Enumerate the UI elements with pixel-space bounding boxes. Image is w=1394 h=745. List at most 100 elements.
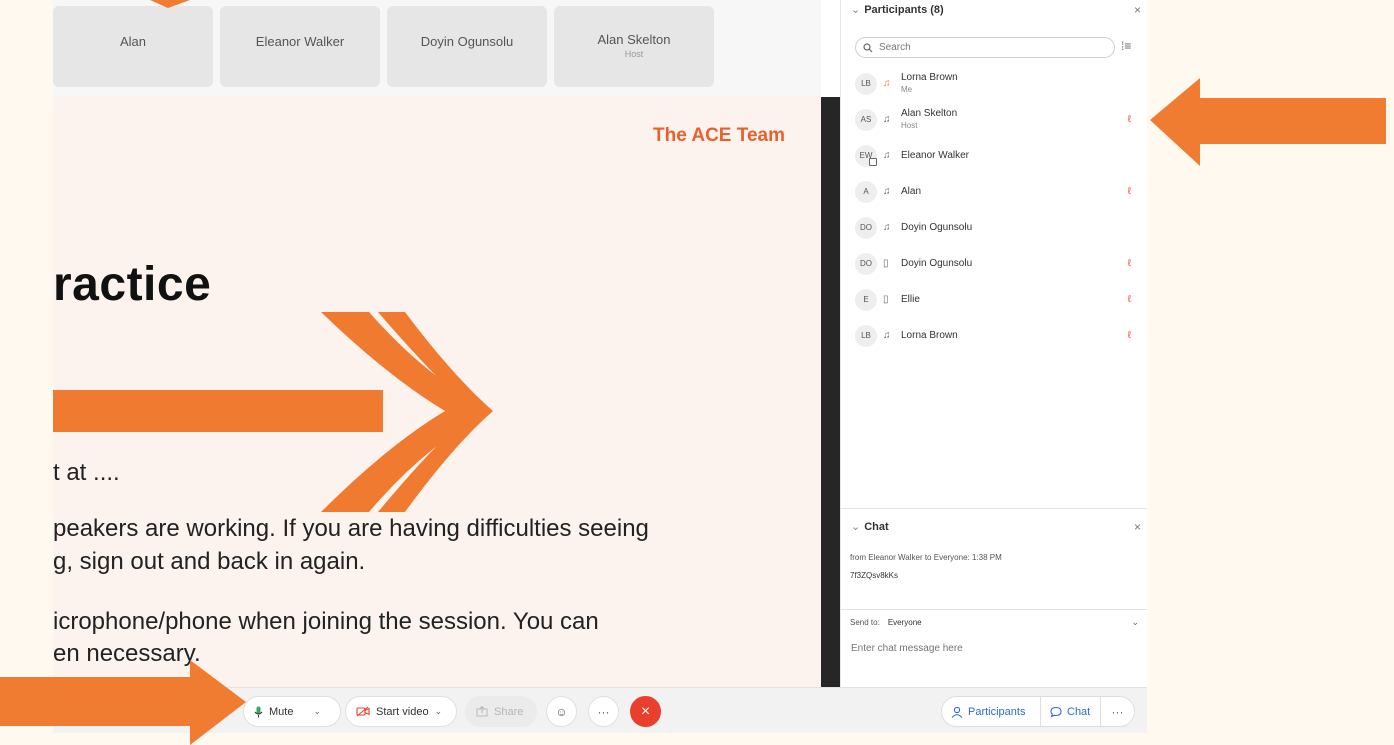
close-icon: × <box>640 702 651 720</box>
chat-title: Chat <box>864 521 889 533</box>
slide-title: ractice <box>53 258 212 311</box>
chat-message-meta: from Eleanor Walker to Everyone: 1:38 PM <box>850 553 1002 562</box>
participants-toggle-button[interactable]: Participants <box>941 696 1041 727</box>
chat-header[interactable]: ⌄ Chat × <box>851 520 1141 534</box>
headset-audio-icon: ♫ <box>883 114 891 125</box>
slide-team-label: The ACE Team <box>653 125 785 146</box>
participant-row[interactable]: DO ♫ Doyin Ogunsolu <box>855 214 1135 242</box>
video-tile-alan[interactable]: Alan <box>53 6 213 87</box>
participant-row[interactable]: LB ♫ Lorna Brown ℓ <box>855 322 1135 350</box>
participant-name: Lorna Brown <box>901 330 958 341</box>
headset-audio-icon: ♫ <box>883 222 891 233</box>
more-options-button[interactable]: ··· <box>588 696 619 727</box>
more-label: ··· <box>597 704 610 719</box>
participant-role: Host <box>901 121 918 130</box>
avatar: LB <box>855 325 877 347</box>
start-video-label: Start video <box>376 705 429 718</box>
participants-label: Participants <box>968 705 1026 718</box>
share-button[interactable]: Share <box>465 696 537 727</box>
participants-search-input[interactable]: Search <box>855 37 1115 58</box>
share-label: Share <box>494 705 524 718</box>
avatar: DO <box>855 217 877 239</box>
reactions-button[interactable]: ☺ <box>546 696 577 727</box>
chevron-down-icon: ⌄ <box>434 706 443 716</box>
microphone-icon <box>254 706 263 718</box>
participant-row[interactable]: A ♫ Alan ℓ <box>855 178 1135 206</box>
sort-list-icon[interactable]: ⁞≡ <box>1121 39 1131 53</box>
participants-title: Participants (8) <box>864 4 944 16</box>
search-icon <box>863 42 873 53</box>
search-placeholder: Search <box>879 42 911 53</box>
annotation-arrow-top <box>150 0 190 8</box>
video-tile-doyin-ogunsolu[interactable]: Doyin Ogunsolu <box>387 6 547 87</box>
tile-name: Eleanor Walker <box>255 34 345 49</box>
participant-row[interactable]: E ▯ Ellie ℓ <box>855 286 1135 314</box>
chat-message-input[interactable] <box>851 638 1131 658</box>
end-meeting-button[interactable]: × <box>630 696 661 727</box>
overflow-label: ··· <box>1111 704 1124 719</box>
annotation-arrow-bottom <box>0 660 246 745</box>
close-chat-button[interactable]: × <box>1134 520 1141 534</box>
chevron-down-icon: ⌄ <box>313 706 322 716</box>
slide-line: t at .... <box>53 459 120 486</box>
headset-audio-icon: ♫ <box>883 78 891 89</box>
video-strip: Alan Eleanor Walker Doyin Ogunsolu Alan … <box>53 0 821 97</box>
avatar: A <box>855 181 877 203</box>
participant-name: Lorna Brown <box>901 72 958 83</box>
chevron-down-icon: ⌄ <box>851 4 861 16</box>
participants-panel: ⌄ Participants (8) × Search ⁞≡ LB ♫ Lorna… <box>840 0 1147 687</box>
muted-mic-icon: ℓ <box>1127 258 1131 269</box>
phone-audio-icon: ▯ <box>883 258 889 269</box>
slide-line: g, sign out and back in again. <box>53 548 366 575</box>
tile-role: Host <box>624 49 644 59</box>
annotation-arrow-right <box>1150 78 1386 166</box>
chat-section: ⌄ Chat × from Eleanor Walker to Everyone:… <box>841 508 1147 608</box>
close-participants-button[interactable]: × <box>1134 3 1141 17</box>
slide-line: peakers are working. If you are having d… <box>53 515 649 542</box>
participant-role: Me <box>901 85 913 94</box>
slide-arrow-graphic <box>53 312 493 512</box>
tile-name: Alan <box>119 34 147 49</box>
headset-audio-icon: ♫ <box>883 186 891 197</box>
participants-header[interactable]: ⌄ Participants (8) × <box>851 3 1141 21</box>
meeting-window: Alan Eleanor Walker Doyin Ogunsolu Alan … <box>53 0 1147 733</box>
panel-more-button[interactable]: ··· <box>1101 696 1135 727</box>
muted-mic-icon: ℓ <box>1127 186 1131 197</box>
participant-row[interactable]: AS ♫ Alan Skelton Host ℓ <box>855 106 1135 134</box>
participant-name: Eleanor Walker <box>901 150 969 161</box>
participant-name: Doyin Ogunsolu <box>901 258 973 269</box>
participant-row[interactable]: DO ▯ Doyin Ogunsolu ℓ <box>855 250 1135 278</box>
sharing-screen-icon <box>869 158 877 166</box>
send-to-selector[interactable]: Send to: Everyone ⌄ <box>841 609 1147 631</box>
participant-row[interactable]: LB ♫ Lorna Brown Me <box>855 70 1135 98</box>
mute-button[interactable]: Mute ⌄ <box>243 696 341 727</box>
muted-mic-icon: ℓ <box>1127 330 1131 341</box>
headset-audio-icon: ♫ <box>883 150 891 161</box>
shared-slide: The ACE Team ractice t at .... peakers a… <box>53 97 821 687</box>
avatar: DO <box>855 253 877 275</box>
chat-label: Chat <box>1067 705 1091 718</box>
chevron-down-icon: ⌄ <box>851 521 861 533</box>
video-tile-alan-skelton[interactable]: Alan Skelton Host <box>554 6 714 87</box>
phone-audio-icon: ▯ <box>883 294 889 305</box>
tile-name: Doyin Ogunsolu <box>420 34 514 49</box>
avatar: LB <box>855 73 877 95</box>
chevron-down-icon: ⌄ <box>1131 617 1139 627</box>
panel-divider[interactable] <box>821 97 840 687</box>
mute-label: Mute <box>269 705 294 718</box>
chat-toggle-button[interactable]: Chat <box>1041 696 1101 727</box>
send-to-value: Everyone <box>887 618 922 627</box>
send-to-label: Send to: <box>850 618 880 627</box>
video-off-icon <box>356 706 370 717</box>
participant-row[interactable]: EW ♫ Eleanor Walker <box>855 142 1135 170</box>
share-icon <box>476 706 488 717</box>
slide-line: icrophone/phone when joining the session… <box>53 608 599 635</box>
video-tile-eleanor-walker[interactable]: Eleanor Walker <box>220 6 380 87</box>
participant-name: Ellie <box>901 294 920 305</box>
participant-name: Doyin Ogunsolu <box>901 222 973 233</box>
start-video-button[interactable]: Start video ⌄ <box>345 696 457 727</box>
muted-mic-icon: ℓ <box>1127 294 1131 305</box>
muted-mic-icon: ℓ <box>1127 114 1131 125</box>
avatar: E <box>855 289 877 311</box>
participant-name: Alan Skelton <box>901 108 958 119</box>
